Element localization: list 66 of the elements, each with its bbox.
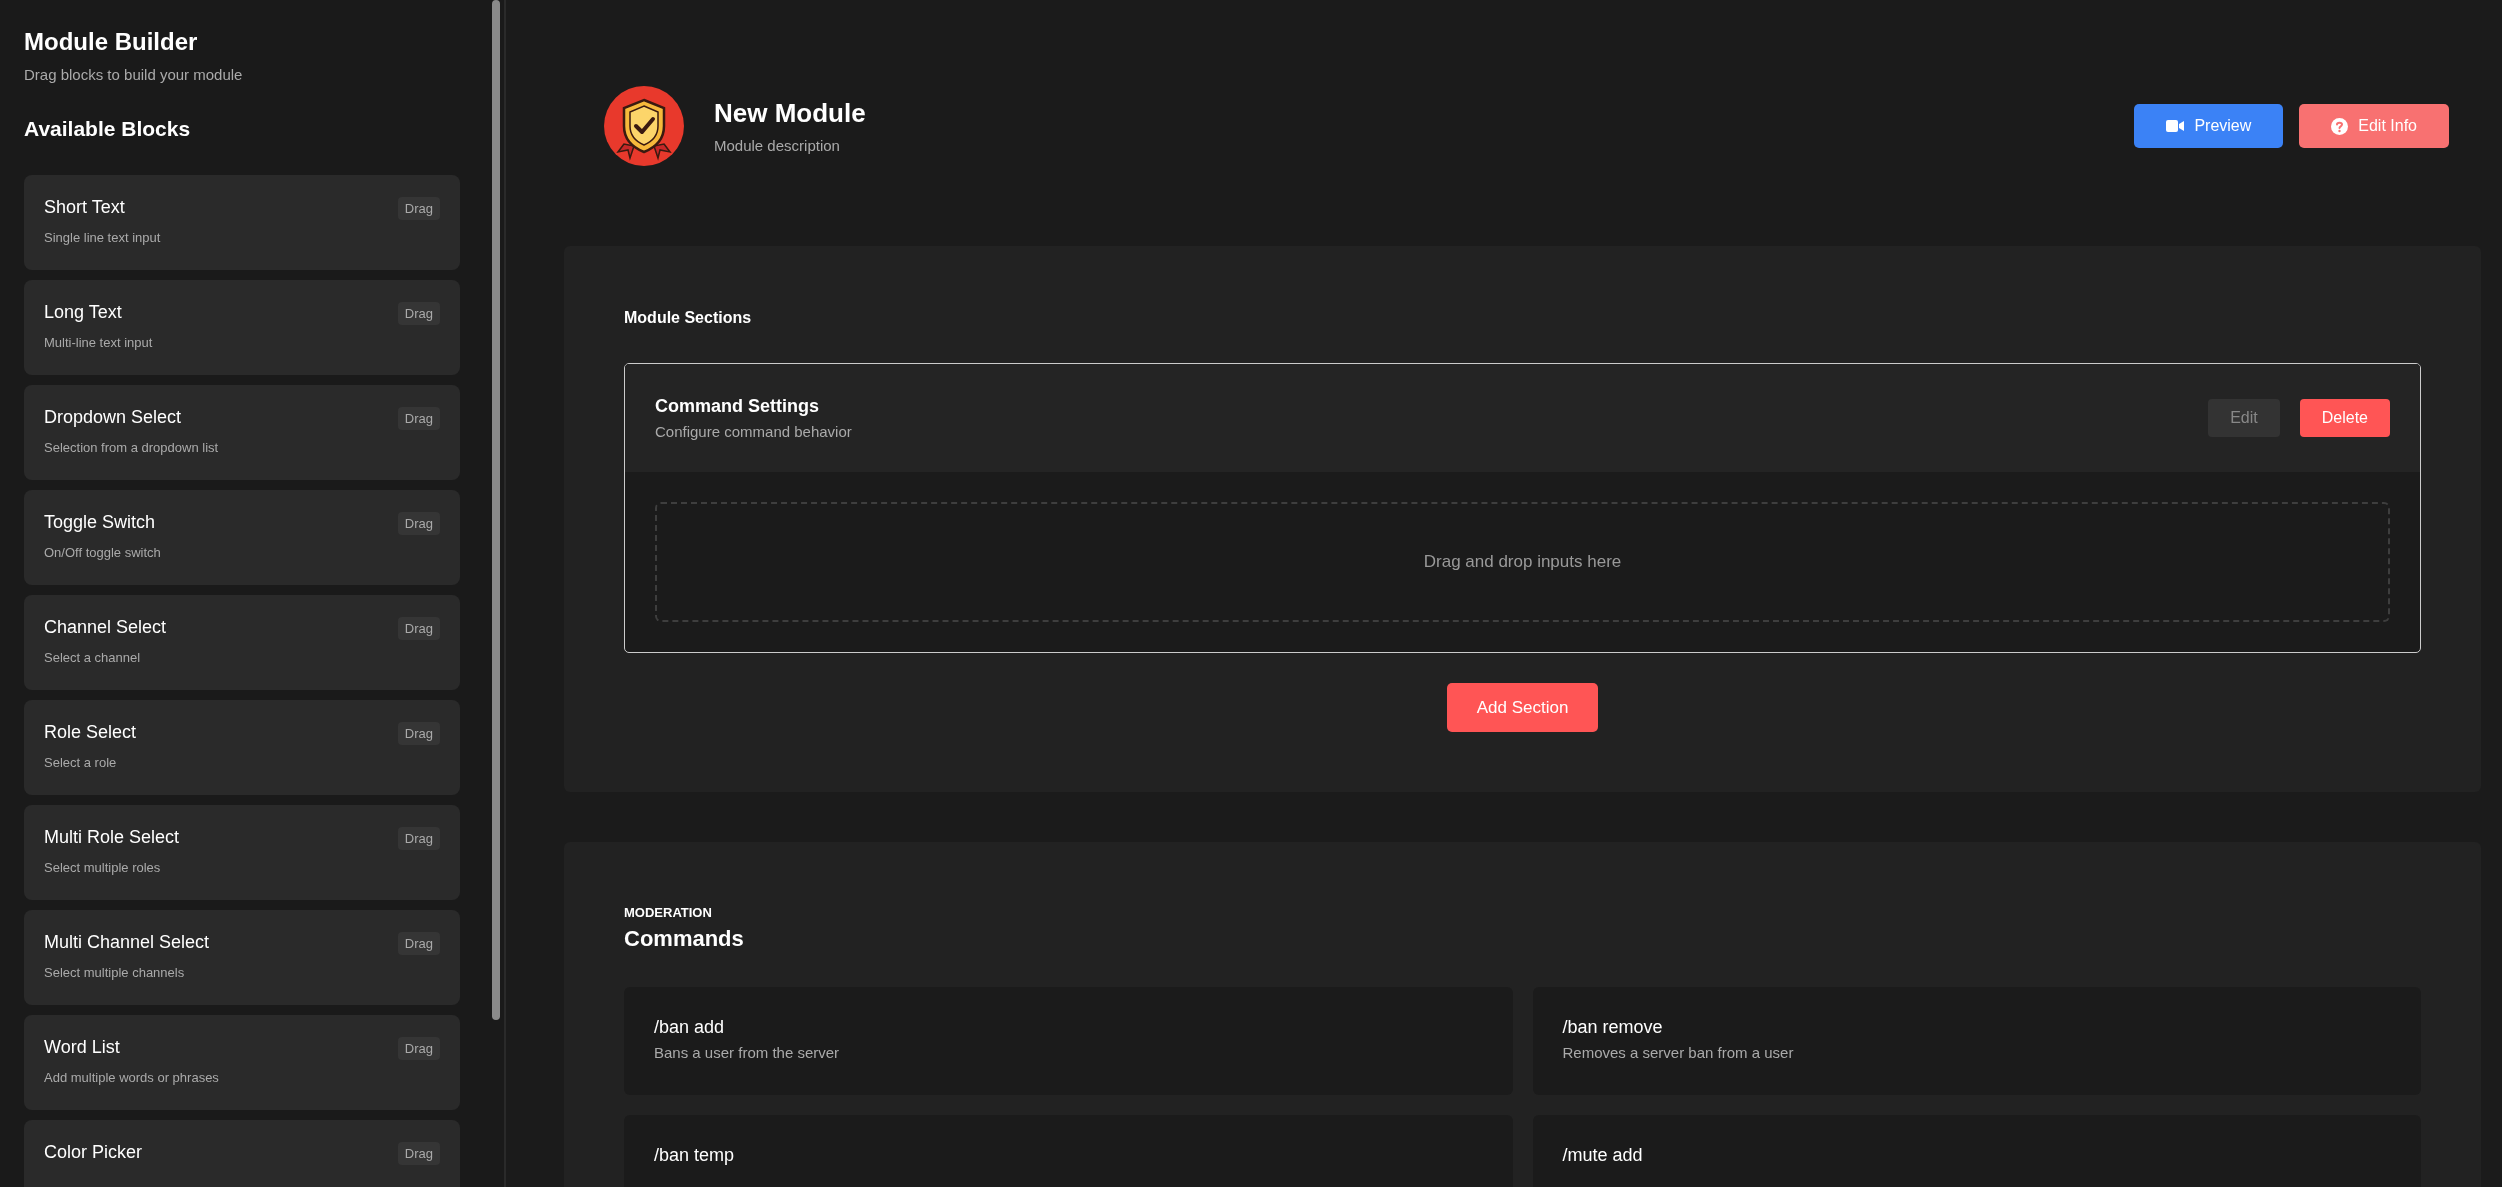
preview-button[interactable]: Preview xyxy=(2134,104,2284,148)
block-card[interactable]: Multi Role Select Select multiple roles Drag xyxy=(24,805,460,900)
block-title: Word List xyxy=(44,1037,121,1058)
drag-badge: Drag xyxy=(397,1037,440,1060)
command-name: /ban remove xyxy=(1562,1017,1664,1038)
block-card[interactable]: Role Select Select a role Drag xyxy=(24,700,460,795)
section-title: Command Settings xyxy=(655,396,820,417)
drag-badge: Drag xyxy=(397,407,440,430)
block-description: Multi-line text input xyxy=(44,335,153,350)
module-description: Module description xyxy=(714,137,841,154)
command-name: /ban temp xyxy=(654,1145,736,1166)
block-card[interactable]: Color Picker Drag xyxy=(24,1120,460,1187)
drag-badge: Drag xyxy=(397,1142,440,1165)
drop-zone[interactable]: Drag and drop inputs here xyxy=(655,502,2390,622)
block-card[interactable]: Short Text Single line text input Drag xyxy=(24,175,460,270)
command-card[interactable]: /ban remove Removes a server ban from a user xyxy=(1532,987,2421,1095)
block-title: Short Text xyxy=(44,197,126,218)
command-card[interactable]: /ban temp xyxy=(624,1115,1513,1187)
block-description: Selection from a dropdown list xyxy=(44,440,219,455)
command-name: /mute add xyxy=(1562,1145,1644,1166)
command-card[interactable]: /mute add xyxy=(1532,1115,2421,1187)
video-camera-icon xyxy=(2166,119,2185,133)
drag-badge: Drag xyxy=(397,722,440,745)
sidebar-title: Module Builder xyxy=(24,28,199,56)
command-description: Removes a server ban from a user xyxy=(1562,1044,1795,1061)
block-title: Color Picker xyxy=(44,1142,143,1163)
block-title: Role Select xyxy=(44,722,137,743)
drag-badge: Drag xyxy=(397,302,440,325)
edit-button[interactable]: Edit xyxy=(2208,399,2280,437)
block-description: On/Off toggle switch xyxy=(44,545,161,560)
drag-badge: Drag xyxy=(397,197,440,220)
block-description: Select multiple channels xyxy=(44,965,186,980)
drag-badge: Drag xyxy=(397,617,440,640)
block-card[interactable]: Long Text Multi-line text input Drag xyxy=(24,280,460,375)
block-card[interactable]: Toggle Switch On/Off toggle switch Drag xyxy=(24,490,460,585)
drag-badge: Drag xyxy=(397,512,440,535)
command-description: Bans a user from the server xyxy=(654,1044,841,1061)
block-title: Multi Channel Select xyxy=(44,932,210,953)
block-card[interactable]: Dropdown Select Selection from a dropdown list Drag xyxy=(24,385,460,480)
block-description: Single line text input xyxy=(44,230,161,245)
sidebar-subtitle: Drag blocks to build your module xyxy=(24,66,244,83)
command-name: /ban add xyxy=(654,1017,726,1038)
block-card[interactable]: Multi Channel Select Select multiple channels Drag xyxy=(24,910,460,1005)
block-title: Toggle Switch xyxy=(44,512,157,533)
block-card[interactable]: Word List Add multiple words or phrases Drag xyxy=(24,1015,460,1110)
block-title: Channel Select xyxy=(44,617,167,638)
section-heading: Available Blocks xyxy=(24,117,192,141)
block-title: Long Text xyxy=(44,302,123,323)
block-description: Select a channel xyxy=(44,650,142,665)
scrollbar-thumb[interactable] xyxy=(492,0,500,1020)
section-description: Configure command behavior xyxy=(655,423,853,440)
module-title: New Module xyxy=(714,98,867,129)
category-label: MODERATION xyxy=(624,905,713,920)
drag-badge: Drag xyxy=(397,827,440,850)
panel-title: Commands xyxy=(624,926,745,952)
block-description: Select multiple roles xyxy=(44,860,162,875)
block-title: Dropdown Select xyxy=(44,407,183,428)
block-description: Add multiple words or phrases xyxy=(44,1070,219,1085)
block-card[interactable]: Channel Select Select a channel Drag xyxy=(24,595,460,690)
panel-title: Module Sections xyxy=(624,309,753,327)
command-card[interactable]: /ban add Bans a user from the server xyxy=(624,987,1513,1095)
question-circle-icon xyxy=(2331,117,2349,135)
block-title: Multi Role Select xyxy=(44,827,180,848)
shield-logo-icon xyxy=(604,86,684,166)
block-description: Select a role xyxy=(44,755,118,770)
drag-badge: Drag xyxy=(397,932,440,955)
